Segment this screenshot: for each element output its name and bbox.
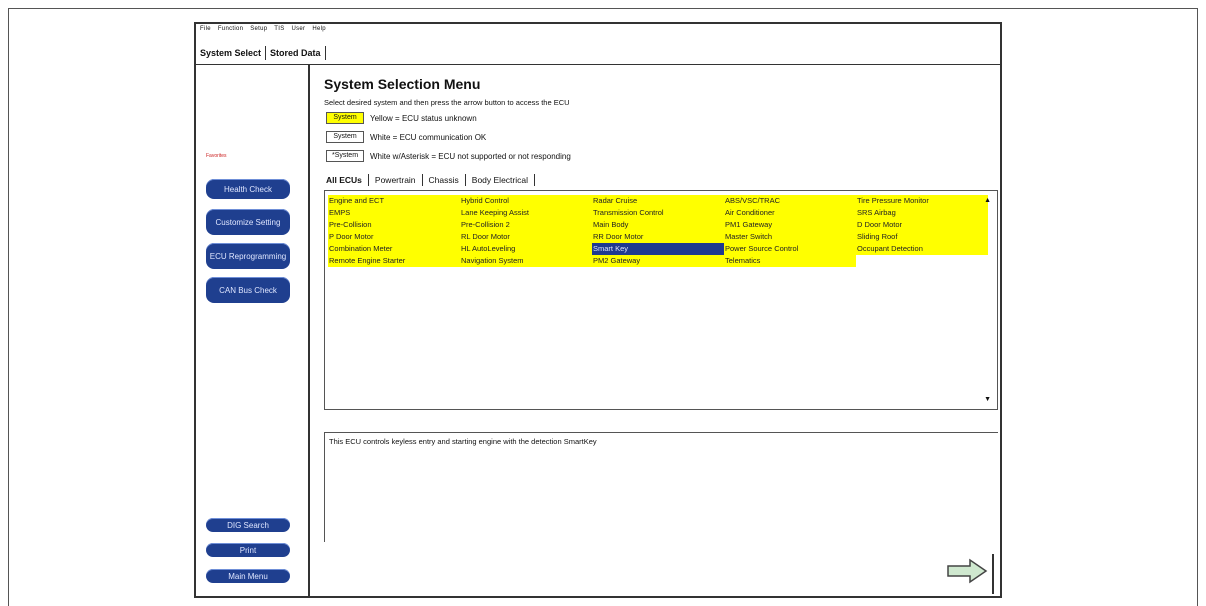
dig-search-button[interactable]: DIG Search bbox=[206, 518, 290, 532]
legend-text: White w/Asterisk = ECU not supported or … bbox=[370, 151, 571, 161]
divider bbox=[992, 554, 994, 594]
ecu-item[interactable]: Combination Meter bbox=[328, 243, 460, 255]
ecu-item[interactable]: RL Door Motor bbox=[460, 231, 592, 243]
ecu-item[interactable]: Hybrid Control bbox=[460, 195, 592, 207]
print-button[interactable]: Print bbox=[206, 543, 290, 557]
ecu-item[interactable]: Air Conditioner bbox=[724, 207, 856, 219]
ecu-item[interactable]: Pre-Collision 2 bbox=[460, 219, 592, 231]
tab-system-select[interactable]: System Select bbox=[200, 48, 261, 58]
ecu-item[interactable]: Sliding Roof bbox=[856, 231, 988, 243]
legend-box-white: System bbox=[326, 131, 364, 143]
ecu-item[interactable]: Transmission Control bbox=[592, 207, 724, 219]
tab-stored-data[interactable]: Stored Data bbox=[270, 48, 321, 58]
legend-text: White = ECU communication OK bbox=[370, 132, 487, 142]
ecu-item[interactable]: Master Switch bbox=[724, 231, 856, 243]
menu-tis[interactable]: TIS bbox=[274, 26, 284, 32]
ecu-grid: Engine and ECT Hybrid Control Radar Cruise… bbox=[328, 195, 988, 267]
ecu-tabs: All ECUs Powertrain Chassis Body Electri… bbox=[326, 174, 541, 186]
ecu-list: Engine and ECT Hybrid Control Radar Cruise… bbox=[324, 190, 998, 410]
tab-divider bbox=[367, 174, 369, 186]
page-title: System Selection Menu bbox=[324, 76, 481, 92]
menu-setup[interactable]: Setup bbox=[250, 26, 267, 32]
instruction-text: Select desired system and then press the… bbox=[324, 98, 570, 107]
tab-chassis[interactable]: Chassis bbox=[429, 175, 459, 185]
main-menu-button[interactable]: Main Menu bbox=[206, 569, 290, 583]
ecu-item[interactable]: Smart Key bbox=[592, 243, 724, 255]
tab-divider bbox=[421, 174, 423, 186]
ecu-item[interactable]: Pre-Collision bbox=[328, 219, 460, 231]
app-window: File Function Setup TIS User Help System… bbox=[194, 22, 1002, 598]
top-tabs: System Select Stored Data bbox=[200, 46, 330, 60]
ecu-item[interactable]: Navigation System bbox=[460, 255, 592, 267]
legend-row-not-supported: *System White w/Asterisk = ECU not suppo… bbox=[326, 150, 571, 162]
ecu-item[interactable]: Radar Cruise bbox=[592, 195, 724, 207]
ecu-item[interactable]: ABS/VSC/TRAC bbox=[724, 195, 856, 207]
legend-text: Yellow = ECU status unknown bbox=[370, 113, 477, 123]
health-check-button[interactable]: Health Check bbox=[206, 179, 290, 199]
ecu-item[interactable]: D Door Motor bbox=[856, 219, 988, 231]
divider bbox=[196, 64, 1000, 65]
description-panel: This ECU controls keyless entry and star… bbox=[324, 432, 998, 542]
ecu-item[interactable]: Main Body bbox=[592, 219, 724, 231]
can-bus-check-button[interactable]: CAN Bus Check bbox=[206, 277, 290, 303]
legend-box-yellow: System bbox=[326, 112, 364, 124]
ecu-reprogramming-button[interactable]: ECU Reprogramming bbox=[206, 243, 290, 269]
customize-setting-button[interactable]: Customize Setting bbox=[206, 209, 290, 235]
ecu-item[interactable]: Tire Pressure Monitor bbox=[856, 195, 988, 207]
ecu-item[interactable]: Power Source Control bbox=[724, 243, 856, 255]
tab-powertrain[interactable]: Powertrain bbox=[375, 175, 416, 185]
scroll-down-icon[interactable]: ▼ bbox=[984, 396, 991, 403]
ecu-item[interactable]: EMPS bbox=[328, 207, 460, 219]
ecu-item[interactable]: PM1 Gateway bbox=[724, 219, 856, 231]
ecu-item[interactable]: SRS Airbag bbox=[856, 207, 988, 219]
menu-file[interactable]: File bbox=[200, 26, 211, 32]
sidebar: Favorites Health Check Customize Setting… bbox=[196, 65, 310, 596]
tab-divider bbox=[324, 46, 326, 60]
menu-help[interactable]: Help bbox=[312, 26, 326, 32]
ecu-item[interactable]: PM2 Gateway bbox=[592, 255, 724, 267]
tab-body-electrical[interactable]: Body Electrical bbox=[472, 175, 528, 185]
menubar: File Function Setup TIS User Help bbox=[200, 26, 331, 32]
ecu-item[interactable]: Occupant Detection bbox=[856, 243, 988, 255]
ecu-item[interactable]: Remote Engine Starter bbox=[328, 255, 460, 267]
next-arrow-button[interactable] bbox=[946, 558, 988, 589]
ecu-item bbox=[856, 255, 988, 267]
ecu-item[interactable]: Lane Keeping Assist bbox=[460, 207, 592, 219]
menu-user[interactable]: User bbox=[291, 26, 305, 32]
tab-divider bbox=[265, 46, 267, 60]
description-text: This ECU controls keyless entry and star… bbox=[329, 437, 597, 446]
ecu-item[interactable]: Telematics bbox=[724, 255, 856, 267]
tab-divider bbox=[534, 174, 535, 186]
legend-row-ok: System White = ECU communication OK bbox=[326, 131, 486, 143]
ecu-item[interactable]: Engine and ECT bbox=[328, 195, 460, 207]
legend-row-unknown: System Yellow = ECU status unknown bbox=[326, 112, 477, 124]
ecu-item[interactable]: RR Door Motor bbox=[592, 231, 724, 243]
ecu-item[interactable]: P Door Motor bbox=[328, 231, 460, 243]
tab-divider bbox=[464, 174, 466, 186]
scroll-up-icon[interactable]: ▲ bbox=[984, 197, 991, 204]
ecu-item[interactable]: HL AutoLeveling bbox=[460, 243, 592, 255]
arrow-right-icon bbox=[947, 558, 988, 584]
tab-all-ecus[interactable]: All ECUs bbox=[326, 175, 362, 185]
legend-box-asterisk: *System bbox=[326, 150, 364, 162]
favorites-label: Favorites bbox=[206, 153, 227, 159]
menu-function[interactable]: Function bbox=[218, 26, 243, 32]
